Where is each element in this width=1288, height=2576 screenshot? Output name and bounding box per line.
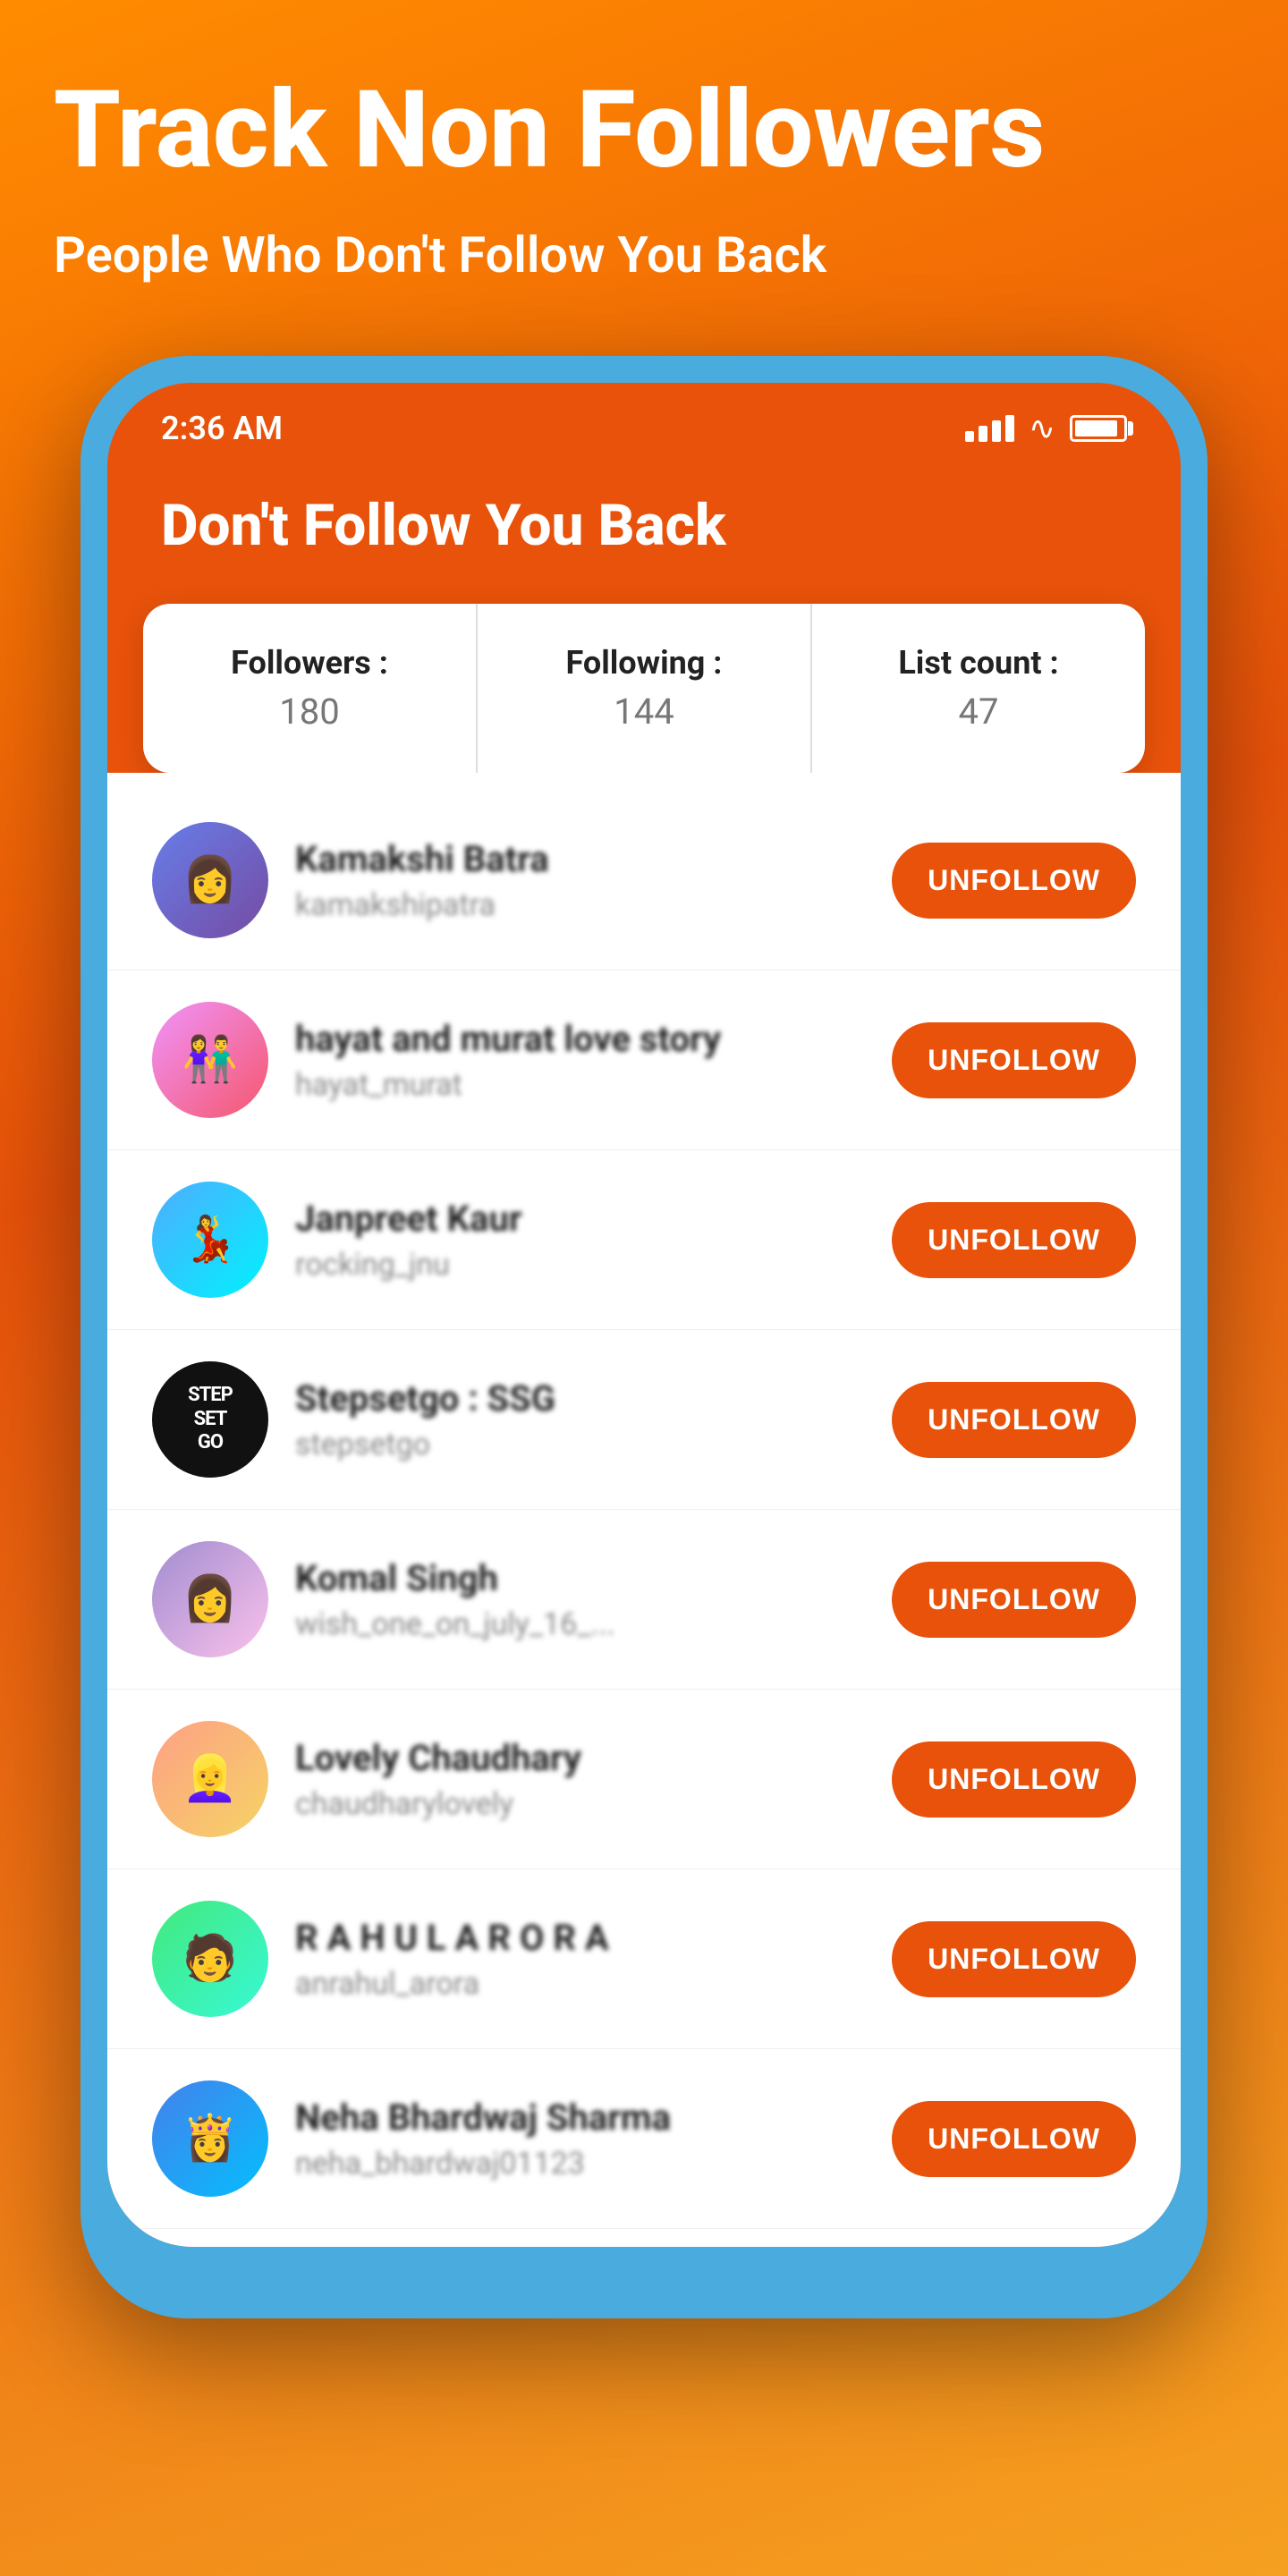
user-info: Komal Singh wish_one_on_july_16_... [295, 1557, 865, 1642]
avatar: 💃 [152, 1182, 268, 1298]
status-icons: ∿ [965, 410, 1127, 447]
user-handle: hayat_murat [295, 1067, 865, 1103]
user-handle: kamakshipatra [295, 887, 865, 923]
wifi-icon: ∿ [1029, 410, 1055, 447]
user-info: R A H U L A R O R A anrahul_arora [295, 1917, 865, 2002]
stats-bar: Followers : 180 Following : 144 List cou… [143, 604, 1145, 773]
app-header: Don't Follow You Back [107, 465, 1181, 604]
list-item: 👩 Kamakshi Batra kamakshipatra UNFOLLOW [107, 791, 1181, 970]
stat-label-0: Followers : [170, 644, 449, 682]
user-info: Neha Bhardwaj Sharma neha_bhardwaj01123 [295, 2097, 865, 2182]
user-name: Stepsetgo : SSG [295, 1377, 865, 1419]
stat-item-1: Following : 144 [478, 604, 812, 773]
hero-subtitle: People Who Don't Follow You Back [54, 225, 1234, 284]
stat-item-2: List count : 47 [812, 604, 1145, 773]
status-bar: 2:36 AM ∿ [107, 383, 1181, 465]
stat-item-0: Followers : 180 [143, 604, 478, 773]
user-handle: chaudharylovely [295, 1786, 865, 1822]
user-handle: wish_one_on_july_16_... [295, 1606, 865, 1642]
unfollow-button[interactable]: UNFOLLOW [892, 1741, 1136, 1818]
user-handle: anrahul_arora [295, 1966, 865, 2002]
user-name: Lovely Chaudhary [295, 1737, 865, 1779]
stat-value-1: 144 [504, 691, 784, 733]
phone-frame: 2:36 AM ∿ Don't Follow You Back Follow [80, 356, 1208, 2318]
user-name: R A H U L A R O R A [295, 1917, 865, 1959]
user-name: Komal Singh [295, 1557, 865, 1599]
avatar: 👸 [152, 2080, 268, 2197]
list-item: STEPSETGO Stepsetgo : SSG stepsetgo UNFO… [107, 1330, 1181, 1510]
stat-value-0: 180 [170, 691, 449, 733]
user-name: Kamakshi Batra [295, 838, 865, 880]
unfollow-button[interactable]: UNFOLLOW [892, 1562, 1136, 1638]
unfollow-button[interactable]: UNFOLLOW [892, 2101, 1136, 2177]
avatar: 👩 [152, 1541, 268, 1657]
avatar: STEPSETGO [152, 1361, 268, 1478]
unfollow-button[interactable]: UNFOLLOW [892, 1382, 1136, 1458]
avatar: 👫 [152, 1002, 268, 1118]
user-handle: neha_bhardwaj01123 [295, 2146, 865, 2182]
user-list: 👩 Kamakshi Batra kamakshipatra UNFOLLOW … [107, 773, 1181, 2247]
list-item: 👫 hayat and murat love story hayat_murat… [107, 970, 1181, 1150]
stat-label-1: Following : [504, 644, 784, 682]
user-info: hayat and murat love story hayat_murat [295, 1018, 865, 1103]
unfollow-button[interactable]: UNFOLLOW [892, 843, 1136, 919]
list-item: 👸 Neha Bhardwaj Sharma neha_bhardwaj0112… [107, 2049, 1181, 2229]
unfollow-button[interactable]: UNFOLLOW [892, 1202, 1136, 1278]
list-item: 🧑 R A H U L A R O R A anrahul_arora UNFO… [107, 1869, 1181, 2049]
signal-bars-icon [965, 415, 1014, 442]
avatar: 👩 [152, 822, 268, 938]
list-item: 👱‍♀️ Lovely Chaudhary chaudharylovely UN… [107, 1690, 1181, 1869]
stat-label-2: List count : [839, 644, 1118, 682]
user-info: Janpreet Kaur rocking_jnu [295, 1198, 865, 1283]
phone-inner: 2:36 AM ∿ Don't Follow You Back Follow [107, 383, 1181, 2247]
list-item: 💃 Janpreet Kaur rocking_jnu UNFOLLOW [107, 1150, 1181, 1330]
stat-value-2: 47 [839, 691, 1118, 733]
user-handle: rocking_jnu [295, 1247, 865, 1283]
hero-title: Track Non Followers [54, 72, 1234, 190]
user-name: hayat and murat love story [295, 1018, 865, 1060]
battery-icon [1070, 415, 1127, 442]
user-info: Lovely Chaudhary chaudharylovely [295, 1737, 865, 1822]
avatar: 👱‍♀️ [152, 1721, 268, 1837]
unfollow-button[interactable]: UNFOLLOW [892, 1022, 1136, 1098]
user-info: Stepsetgo : SSG stepsetgo [295, 1377, 865, 1462]
app-header-title: Don't Follow You Back [161, 492, 1127, 559]
unfollow-button[interactable]: UNFOLLOW [892, 1921, 1136, 1997]
user-handle: stepsetgo [295, 1427, 865, 1462]
user-info: Kamakshi Batra kamakshipatra [295, 838, 865, 923]
status-time: 2:36 AM [161, 410, 283, 447]
user-name: Neha Bhardwaj Sharma [295, 2097, 865, 2139]
list-item: 👩 Komal Singh wish_one_on_july_16_... UN… [107, 1510, 1181, 1690]
avatar: 🧑 [152, 1901, 268, 2017]
user-name: Janpreet Kaur [295, 1198, 865, 1240]
